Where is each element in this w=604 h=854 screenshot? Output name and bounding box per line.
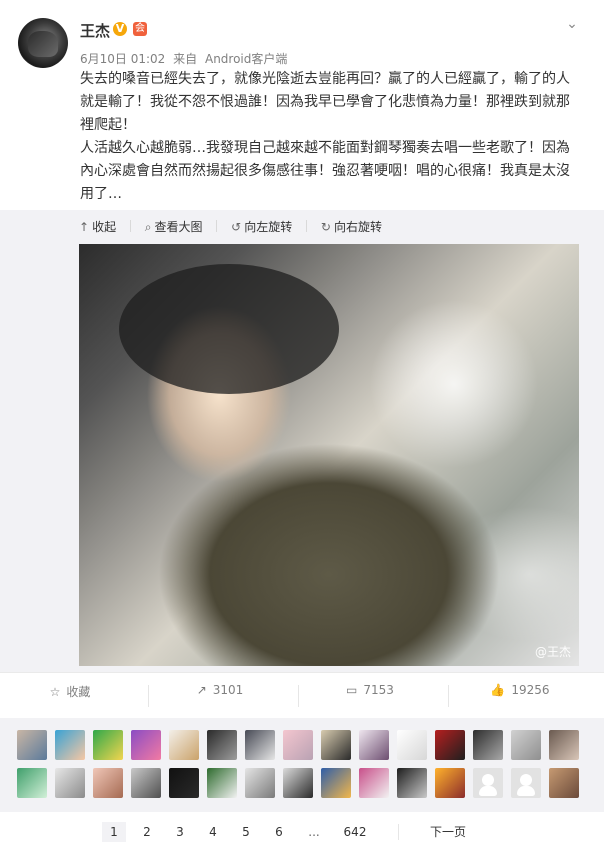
pagination-ellipsis: ... [308,825,320,839]
collapse-label: 收起 [92,220,117,234]
post-source[interactable]: Android客户端 [205,52,287,66]
toolbar-divider [216,220,218,232]
share-icon: ↗ [196,683,207,697]
comment-icon: ▭ [346,683,358,697]
action-divider [298,685,299,707]
liker-avatar[interactable] [435,768,465,798]
arrow-up-icon: ↑ [79,220,90,234]
page-5[interactable]: 5 [234,822,258,842]
page-1[interactable]: 1 [102,822,126,842]
liker-avatar[interactable] [511,730,541,760]
next-page-link[interactable]: 下一页 [430,822,466,842]
post-date[interactable]: 6月10日 01:02 [80,52,165,66]
rotate-left-label: 向左旋转 [244,220,293,234]
page-6[interactable]: 6 [267,822,291,842]
liker-avatar[interactable] [321,768,351,798]
page-2[interactable]: 2 [135,822,159,842]
pagination-divider [398,824,399,840]
favorite-button[interactable]: ☆ 收藏 [0,683,140,700]
liker-avatar[interactable] [435,730,465,760]
page-last[interactable]: 642 [338,822,372,842]
pagination: 1 2 3 4 5 6 ... 642 下一页 [0,812,604,854]
action-bar: ☆ 收藏 ↗ 3101 ▭ 7153 👍 19256 [0,672,604,719]
liker-avatar[interactable] [207,730,237,760]
liker-avatar[interactable] [93,730,123,760]
like-count: 19256 [511,683,550,697]
star-icon: ☆ [49,685,61,699]
rotate-right-button[interactable]: ↻ 向右旋转 [321,218,382,235]
media-panel: ↑ 收起 ⌕ 查看大图 ↺ 向左旋转 ↻ 向右旋转 @王杰 [0,210,604,672]
liker-avatar[interactable] [93,768,123,798]
rotate-left-icon: ↺ [231,220,242,234]
forward-count: 3101 [212,683,244,697]
liker-avatar[interactable] [17,730,47,760]
thumbs-up-icon: 👍 [490,683,506,697]
action-divider [148,685,149,707]
comment-button[interactable]: ▭ 7153 [300,683,440,697]
liker-avatar[interactable] [131,730,161,760]
liker-avatar[interactable] [207,768,237,798]
liker-avatar[interactable] [245,730,275,760]
page-3[interactable]: 3 [168,822,192,842]
rotate-right-icon: ↻ [320,220,331,234]
favorite-label: 收藏 [66,685,91,699]
liker-avatar-placeholder[interactable] [511,768,541,798]
rotate-right-label: 向右旋转 [333,220,382,234]
source-prefix: 来自 [173,52,198,66]
post-text: 失去的嗓音已經失去了，就像光陰逝去豈能再回？贏了的人已經贏了，輸了的人就是輸了！… [80,68,580,206]
view-large-label: 查看大图 [154,220,203,234]
liker-avatar[interactable] [397,730,427,760]
weibo-post-card: 王杰 V 会 ⌄ 6月10日 01:02 来自 Android客户端 失去的嗓音… [0,0,604,854]
liker-avatar[interactable] [283,730,313,760]
avatar-graphic [28,31,58,57]
liker-avatar-placeholder[interactable] [473,768,503,798]
member-icon: 会 [133,22,147,36]
post-header: 王杰 V 会 ⌄ 6月10日 01:02 来自 Android客户端 失去的嗓音… [0,0,604,210]
liker-avatar[interactable] [169,768,199,798]
post-text-paragraph-2: 人活越久心越脆弱…我發現自己越來越不能面對鋼琴獨奏去唱一些老歌了！因為內心深處會… [80,140,570,202]
search-icon: ⌕ [144,220,152,234]
liker-avatar[interactable] [169,730,199,760]
like-button[interactable]: 👍 19256 [450,683,590,697]
liker-avatar[interactable] [397,768,427,798]
liker-avatars [0,718,604,812]
liker-avatar[interactable] [245,768,275,798]
liker-avatar[interactable] [283,768,313,798]
liker-avatar[interactable] [55,768,85,798]
image-hair-shadow [119,264,339,394]
liker-avatar[interactable] [359,730,389,760]
liker-avatar[interactable] [17,768,47,798]
rotate-left-button[interactable]: ↺ 向左旋转 [231,218,292,235]
comment-count: 7153 [363,683,394,697]
post-image[interactable]: @王杰 [79,244,579,666]
liker-avatar[interactable] [131,768,161,798]
chevron-down-icon[interactable]: ⌄ [564,16,580,32]
liker-avatar[interactable] [55,730,85,760]
collapse-button[interactable]: ↑ 收起 [79,218,116,235]
liker-avatar[interactable] [321,730,351,760]
toolbar-divider [306,220,308,232]
page-4[interactable]: 4 [201,822,225,842]
toolbar-divider [129,220,131,232]
liker-avatar[interactable] [359,768,389,798]
post-text-paragraph-1: 失去的嗓音已經失去了，就像光陰逝去豈能再回？贏了的人已經贏了，輸了的人就是輸了！… [80,71,570,133]
action-divider [448,685,449,707]
forward-button[interactable]: ↗ 3101 [150,683,290,697]
image-watermark: @王杰 [534,645,571,659]
username[interactable]: 王杰 [80,20,110,41]
liker-avatar[interactable] [473,730,503,760]
avatar[interactable] [18,18,68,68]
view-large-button[interactable]: ⌕ 查看大图 [145,218,203,235]
verified-v-icon: V [113,22,127,36]
image-toolbar: ↑ 收起 ⌕ 查看大图 ↺ 向左旋转 ↻ 向右旋转 [79,218,392,238]
liker-avatar[interactable] [549,730,579,760]
liker-avatar[interactable] [549,768,579,798]
post-meta: 6月10日 01:02 来自 Android客户端 [80,50,291,67]
